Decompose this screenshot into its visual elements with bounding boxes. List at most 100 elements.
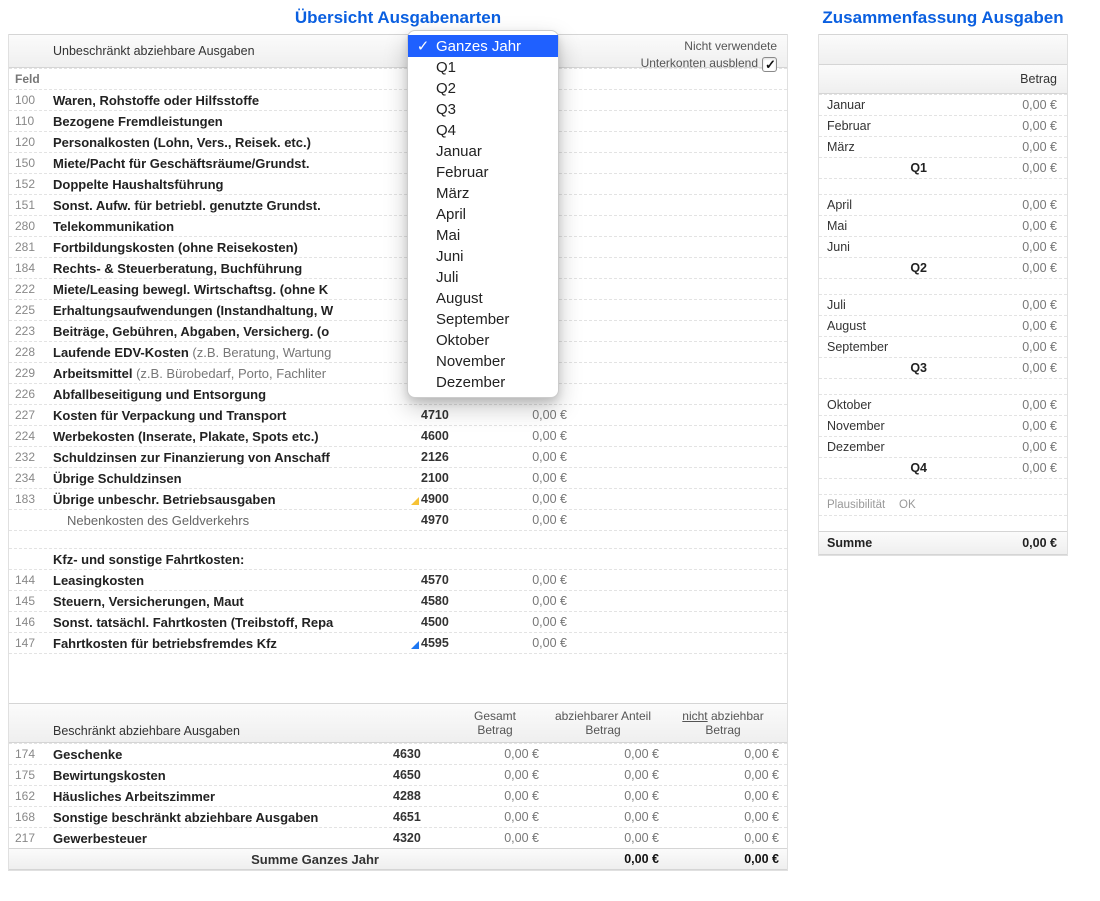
summary-amount: 0,00 €: [927, 298, 1067, 312]
dropdown-option[interactable]: November: [408, 351, 558, 372]
summary-label: März: [819, 140, 927, 154]
account-number: 4500: [421, 615, 479, 629]
field-code: 226: [9, 387, 53, 401]
quarter-row: Q10,00 €: [819, 157, 1067, 178]
dropdown-option[interactable]: Februar: [408, 162, 558, 183]
summary-amount: 0,00 €: [927, 161, 1067, 175]
period-dropdown[interactable]: ✓Ganzes JahrQ1Q2Q3Q4JanuarFebruarMärzApr…: [407, 30, 559, 398]
expense-label: Geschenke: [53, 747, 393, 762]
dropdown-option[interactable]: Oktober: [408, 330, 558, 351]
field-code: 144: [9, 573, 53, 587]
amount-nondeductible[interactable]: 0,00 €: [667, 831, 787, 845]
field-code: 162: [9, 789, 53, 803]
expense-label: Miete/Leasing bewegl. Wirtschaftsg. (ohn…: [53, 282, 421, 297]
dropdown-option[interactable]: Q2: [408, 78, 558, 99]
dropdown-option[interactable]: Q3: [408, 99, 558, 120]
summary-amount: 0,00 €: [927, 261, 1067, 275]
table-row: 174Geschenke46300,00 €0,00 €0,00 €: [9, 743, 787, 764]
table-row: Nebenkosten des Geldverkehrs49700,00 €: [9, 509, 787, 530]
summary-label: Dezember: [819, 440, 927, 454]
field-code: 183: [9, 492, 53, 506]
amount-cell[interactable]: 0,00 €: [479, 615, 575, 629]
account-number: 4595: [421, 636, 479, 650]
field-code: 120: [9, 135, 53, 149]
account-number: 2100: [421, 471, 479, 485]
dropdown-option[interactable]: Januar: [408, 141, 558, 162]
amount-deductible[interactable]: 0,00 €: [547, 747, 667, 761]
summary-panel: Zusammenfassung Ausgaben Betrag Januar0,…: [818, 8, 1068, 556]
table-row: 280Telekommunikation4920: [9, 215, 787, 236]
flag-yellow-icon: [411, 497, 419, 505]
dropdown-option[interactable]: Juni: [408, 246, 558, 267]
amount-cell[interactable]: 0,00 €: [479, 513, 575, 527]
dropdown-option[interactable]: April: [408, 204, 558, 225]
dropdown-option[interactable]: August: [408, 288, 558, 309]
account-number: 4580: [421, 594, 479, 608]
expense-label: Miete/Pacht für Geschäftsräume/Grundst.: [53, 156, 421, 171]
table-row: 184Rechts- & Steuerberatung, Buchführung…: [9, 257, 787, 278]
amount-deductible[interactable]: 0,00 €: [547, 789, 667, 803]
summary-label: Juli: [819, 298, 927, 312]
amount-nondeductible[interactable]: 0,00 €: [667, 747, 787, 761]
month-row: März0,00 €: [819, 136, 1067, 157]
amount-deductible[interactable]: 0,00 €: [547, 768, 667, 782]
check-icon: ✓: [416, 37, 430, 55]
table-row: 162Häusliches Arbeitszimmer42880,00 €0,0…: [9, 785, 787, 806]
amount-total[interactable]: 0,00 €: [451, 789, 547, 803]
amount-nondeductible[interactable]: 0,00 €: [667, 789, 787, 803]
unused-label: Nicht verwendete: [684, 38, 777, 55]
dropdown-option[interactable]: März: [408, 183, 558, 204]
dropdown-option[interactable]: Q1: [408, 57, 558, 78]
amount-cell[interactable]: 0,00 €: [479, 492, 575, 506]
expense-label: Telekommunikation: [53, 219, 421, 234]
summary-amount: 0,00 €: [927, 319, 1067, 333]
dropdown-option[interactable]: Juli: [408, 267, 558, 288]
expense-label: Fortbildungskosten (ohne Reisekosten): [53, 240, 421, 255]
expense-label: Werbekosten (Inserate, Plakate, Spots et…: [53, 429, 421, 444]
account-number: 4288: [393, 789, 451, 803]
summary-label: August: [819, 319, 927, 333]
amount-cell[interactable]: 0,00 €: [479, 636, 575, 650]
dropdown-option[interactable]: ✓Ganzes Jahr: [408, 35, 558, 57]
hide-subaccounts-checkbox[interactable]: ✓: [762, 57, 777, 72]
month-row: November0,00 €: [819, 415, 1067, 436]
amount-deductible[interactable]: 0,00 €: [547, 810, 667, 824]
expense-label: Nebenkosten des Geldverkehrs: [53, 513, 421, 528]
amount-cell[interactable]: 0,00 €: [479, 573, 575, 587]
summary-total-row: Summe 0,00 €: [819, 531, 1067, 555]
dropdown-option[interactable]: Q4: [408, 120, 558, 141]
table-row: 217Gewerbesteuer43200,00 €0,00 €0,00 €: [9, 827, 787, 848]
dropdown-option[interactable]: Mai: [408, 225, 558, 246]
amount-total[interactable]: 0,00 €: [451, 810, 547, 824]
summary-label: Q1: [819, 161, 927, 175]
expense-label: Rechts- & Steuerberatung, Buchführung: [53, 261, 421, 276]
dropdown-option[interactable]: September: [408, 309, 558, 330]
quarter-row: Q30,00 €: [819, 357, 1067, 378]
amount-total[interactable]: 0,00 €: [451, 831, 547, 845]
dropdown-option[interactable]: Dezember: [408, 372, 558, 393]
field-code: 152: [9, 177, 53, 191]
amount-total[interactable]: 0,00 €: [451, 747, 547, 761]
amount-cell[interactable]: 0,00 €: [479, 429, 575, 443]
amount-cell[interactable]: 0,00 €: [479, 408, 575, 422]
account-number: 2126: [421, 450, 479, 464]
amount-deductible[interactable]: 0,00 €: [547, 831, 667, 845]
account-number: 4900: [421, 492, 479, 506]
table-row: 145Steuern, Versicherungen, Maut45800,00…: [9, 590, 787, 611]
summary-label: April: [819, 198, 927, 212]
amount-cell[interactable]: 0,00 €: [479, 450, 575, 464]
expense-label: Fahrtkosten für betriebsfremdes Kfz: [53, 636, 421, 651]
hide-subaccounts-label: Unterkonten ausblend: [641, 55, 758, 72]
amount-nondeductible[interactable]: 0,00 €: [667, 768, 787, 782]
expense-label: Waren, Rohstoffe oder Hilfsstoffe: [53, 93, 421, 108]
account-number: 4650: [393, 768, 451, 782]
kfz-section-row: Kfz- und sonstige Fahrtkosten:: [9, 548, 787, 569]
expense-label: Doppelte Haushaltsführung: [53, 177, 421, 192]
amount-nondeductible[interactable]: 0,00 €: [667, 810, 787, 824]
amount-cell[interactable]: 0,00 €: [479, 471, 575, 485]
quarter-row: Q20,00 €: [819, 257, 1067, 278]
amount-total[interactable]: 0,00 €: [451, 768, 547, 782]
expense-label: Personalkosten (Lohn, Vers., Reisek. etc…: [53, 135, 421, 150]
amount-cell[interactable]: 0,00 €: [479, 594, 575, 608]
expense-label: Arbeitsmittel (z.B. Bürobedarf, Porto, F…: [53, 366, 421, 381]
